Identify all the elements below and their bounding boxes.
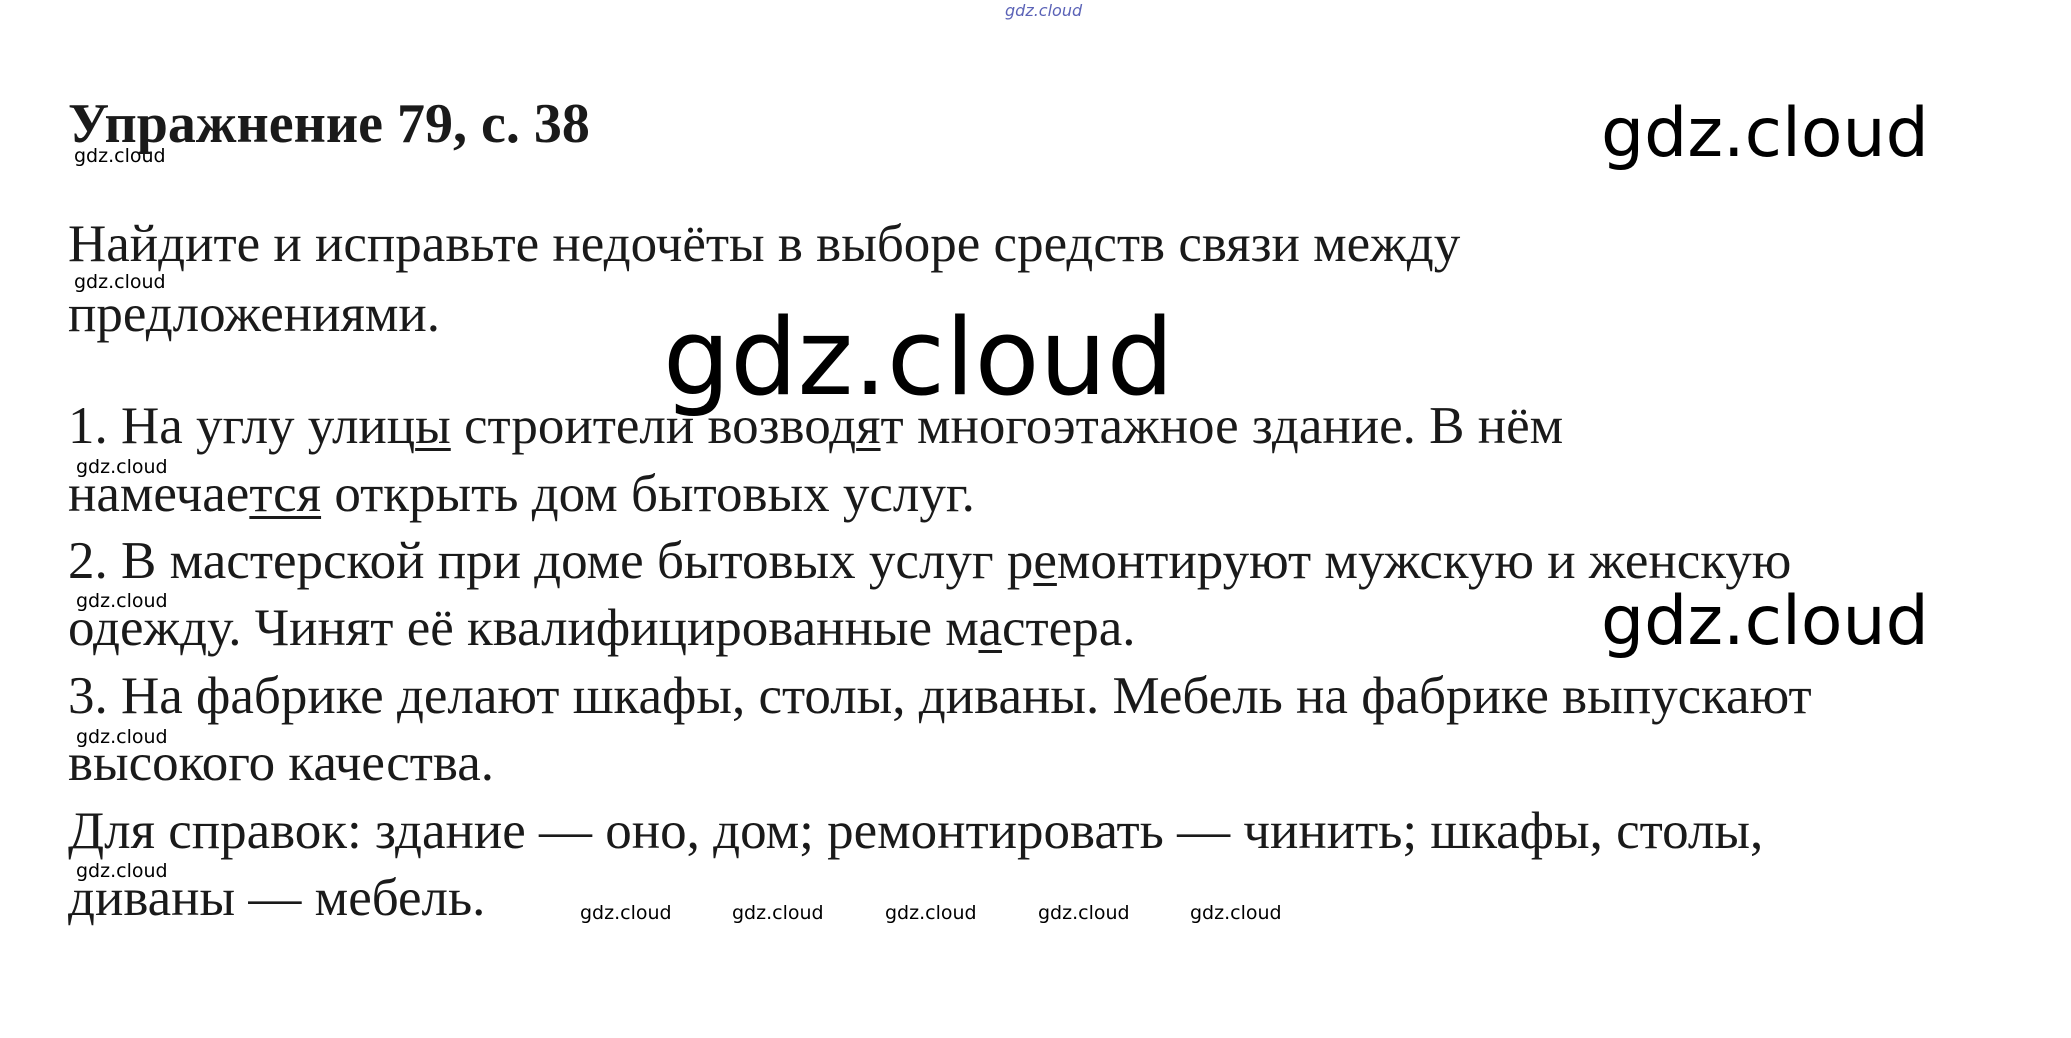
watermark-huge: gdz.cloud [663, 296, 1174, 419]
text-fragment: одежду. Чинят её квалифицированные м [68, 599, 979, 657]
reference-line-2: диваны — мебель. [68, 869, 486, 927]
watermark-small: gdz.cloud [885, 902, 977, 924]
sentence-2-line-1: 2. В мастерской при доме бытовых услуг р… [68, 535, 1791, 588]
watermark-small: gdz.cloud [732, 902, 824, 924]
text-fragment: 1. На углу улиц [68, 397, 416, 455]
sentence-2-line-2: одежду. Чинят её квалифицированные масте… [68, 602, 1135, 655]
text-fragment: строители возвод [450, 397, 857, 455]
sentence-3-line-2: высокого качества. [68, 734, 495, 792]
text-fragment: намечае [68, 465, 250, 523]
task-line: Найдите и исправьте недочёты в выборе ср… [68, 215, 1461, 273]
reference-line-1: Для справок: здание — оно, дом; ремонтир… [68, 802, 1764, 860]
watermark-small: gdz.cloud [580, 902, 672, 924]
underlined-letter: а [978, 599, 1002, 657]
text-fragment: стера. [1001, 599, 1136, 657]
text-fragment: 2. В мастерской при доме бытовых услуг р [68, 532, 1034, 590]
exercise-title: Упражнение 79, с. 38 [68, 93, 590, 155]
sentence-1-line-2: намечается открыть дом бытовых услуг. [68, 468, 975, 521]
underlined-letters: тся [249, 465, 322, 523]
underlined-letter: е [1033, 532, 1057, 590]
watermark-top: gdz.cloud [1005, 1, 1083, 20]
watermark-small: gdz.cloud [1190, 902, 1282, 924]
sentence-3-line-1: 3. На фабрике делают шкафы, столы, диван… [68, 667, 1812, 725]
sentence-1-line-1: 1. На углу улицы строители возводят мног… [68, 400, 1563, 453]
watermark-small: gdz.cloud [1038, 902, 1130, 924]
watermark-large: gdz.cloud [1601, 582, 1929, 661]
text-fragment: открыть дом бытовых услуг. [321, 465, 975, 523]
watermark-large: gdz.cloud [1601, 94, 1929, 173]
text-fragment: монтируют мужскую и женскую [1056, 532, 1792, 590]
underlined-letter: я [856, 397, 881, 455]
task-line: предложениями. [68, 285, 440, 343]
underlined-letter: ы [415, 397, 451, 455]
text-fragment: т многоэтажное здание. В нём [880, 397, 1564, 455]
